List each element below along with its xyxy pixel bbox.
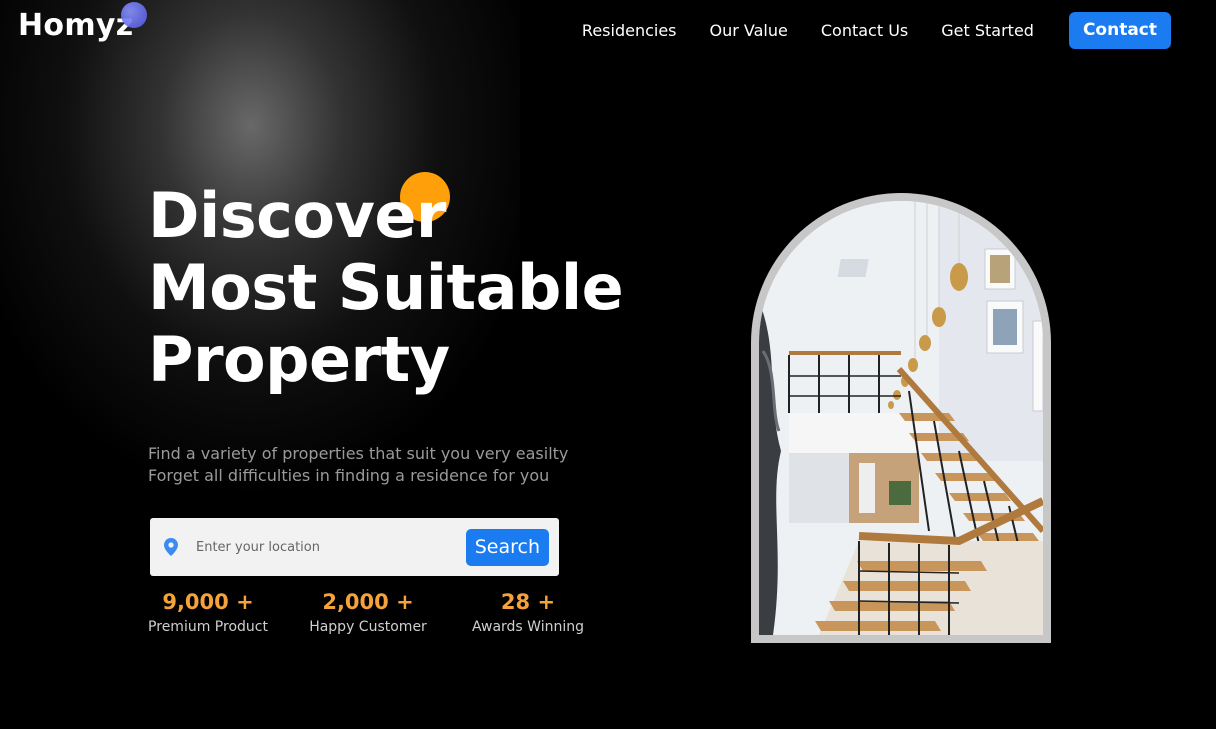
nav-link-our-value[interactable]: Our Value [710, 21, 788, 40]
location-search-bar: Search [150, 518, 559, 576]
stat-label: Premium Product [148, 619, 268, 635]
logo-dot-decoration [121, 2, 147, 28]
hero-title: Discover Most Suitable Property [148, 179, 624, 396]
stat-label: Awards Winning [472, 619, 584, 635]
main-nav: Residencies Our Value Contact Us Get Sta… [582, 12, 1171, 49]
stat-item: 28 + Awards Winning [448, 588, 608, 638]
hero-image-frame [751, 193, 1051, 643]
nav-link-residencies[interactable]: Residencies [582, 21, 677, 40]
staircase-interior-image [759, 201, 1043, 635]
stats-row: 9,000 + Premium Product 2,000 + Happy Cu… [128, 588, 608, 638]
stat-item: 2,000 + Happy Customer [288, 588, 448, 638]
hero-title-line: Discover [148, 179, 447, 252]
nav-link-get-started[interactable]: Get Started [941, 21, 1034, 40]
nav-link-contact-us[interactable]: Contact Us [821, 21, 908, 40]
stat-label: Happy Customer [309, 619, 427, 635]
search-button[interactable]: Search [465, 528, 549, 566]
location-pin-icon [162, 537, 180, 557]
hero-subtitle: Find a variety of properties that suit y… [148, 443, 568, 487]
stat-item: 9,000 + Premium Product [128, 588, 288, 638]
hero-title-line: Property [148, 323, 450, 396]
hero-subtitle-line: Forget all difficulties in finding a res… [148, 466, 550, 485]
hero-subtitle-line: Find a variety of properties that suit y… [148, 444, 569, 463]
location-input[interactable] [196, 539, 446, 555]
stat-value: 28 + [500, 590, 556, 614]
contact-button[interactable]: Contact [1068, 12, 1171, 49]
stat-value: 9,000 + [162, 590, 254, 614]
hero-image [759, 201, 1043, 635]
stat-value: 2,000 + [322, 590, 414, 614]
brand-logo[interactable]: Homyz [18, 8, 134, 43]
hero-title-line: Most Suitable [148, 251, 624, 324]
